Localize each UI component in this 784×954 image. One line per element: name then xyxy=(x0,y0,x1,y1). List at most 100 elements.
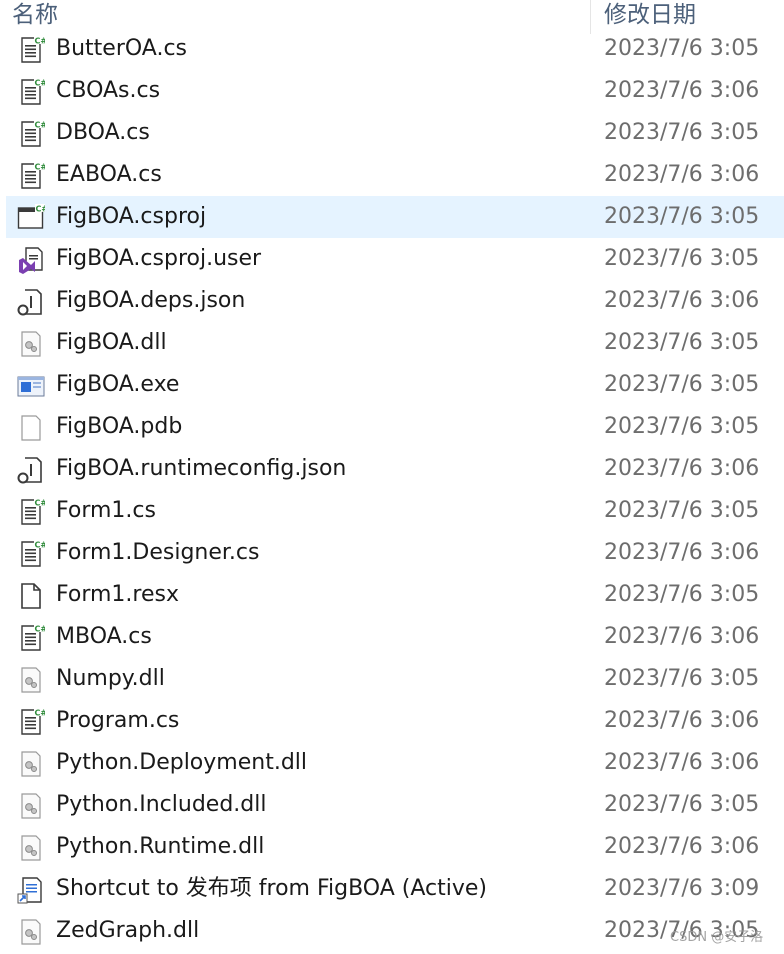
csproj-file-icon: C# xyxy=(17,204,48,232)
file-date-modified: 2023/7/6 3:05 xyxy=(604,246,760,271)
file-row[interactable]: C# EABOA.cs 2023/7/6 3:06 xyxy=(0,154,784,196)
svg-text:C#: C# xyxy=(35,79,46,88)
visual-studio-user-icon xyxy=(17,246,45,274)
csharp-file-icon: C# xyxy=(17,624,47,652)
file-name: Form1.resx xyxy=(56,582,179,607)
file-name: Program.cs xyxy=(56,708,180,733)
file-date-modified: 2023/7/6 3:05 xyxy=(604,582,760,607)
csharp-file-icon: C# xyxy=(17,540,47,568)
file-name: CBOAs.cs xyxy=(56,78,161,103)
svg-text:C#: C# xyxy=(35,121,46,130)
file-name: EABOA.cs xyxy=(56,162,162,187)
file-name: Numpy.dll xyxy=(56,666,165,691)
file-row[interactable]: C# CBOAs.cs 2023/7/6 3:06 xyxy=(0,70,784,112)
json-file-icon xyxy=(17,288,45,316)
file-name: FigBOA.exe xyxy=(56,372,180,397)
file-date-modified: 2023/7/6 3:05 xyxy=(604,330,760,355)
file-date-modified: 2023/7/6 3:05 xyxy=(604,498,760,523)
svg-text:C#: C# xyxy=(35,37,46,46)
file-date-modified: 2023/7/6 3:06 xyxy=(604,162,760,187)
file-row[interactable]: C# ButterOA.cs 2023/7/6 3:05 xyxy=(0,28,784,70)
file-row[interactable]: FigBOA.runtimeconfig.json 2023/7/6 3:06 xyxy=(0,448,784,490)
file-date-modified: 2023/7/6 3:06 xyxy=(604,288,760,313)
svg-text:C#: C# xyxy=(36,205,46,214)
file-name: FigBOA.pdb xyxy=(56,414,183,439)
file-row[interactable]: Shortcut to 发布项 from FigBOA (Active) 2023… xyxy=(0,868,784,910)
dll-file-icon xyxy=(17,666,45,694)
file-name: Shortcut to 发布项 from FigBOA (Active) xyxy=(56,876,487,901)
file-name: Python.Included.dll xyxy=(56,792,267,817)
csharp-file-icon: C# xyxy=(17,162,47,190)
file-name: Form1.Designer.cs xyxy=(56,540,260,565)
dll-file-icon xyxy=(17,792,45,820)
file-row[interactable]: Form1.resx 2023/7/6 3:05 xyxy=(0,574,784,616)
file-date-modified: 2023/7/6 3:05 xyxy=(604,372,760,397)
file-date-modified: 2023/7/6 3:05 xyxy=(604,204,760,229)
file-date-modified: 2023/7/6 3:06 xyxy=(604,540,760,565)
json-file-icon xyxy=(17,456,45,484)
dll-file-icon xyxy=(17,750,45,778)
file-date-modified: 2023/7/6 3:06 xyxy=(604,78,760,103)
dll-file-icon xyxy=(17,834,45,862)
blank-file-icon xyxy=(17,414,45,442)
file-name: Python.Deployment.dll xyxy=(56,750,308,775)
file-name: FigBOA.deps.json xyxy=(56,288,246,313)
csharp-file-icon: C# xyxy=(17,78,47,106)
csharp-file-icon: C# xyxy=(17,498,47,526)
file-date-modified: 2023/7/6 3:06 xyxy=(604,624,760,649)
svg-text:C#: C# xyxy=(35,163,46,172)
exe-file-icon xyxy=(17,372,45,400)
file-row[interactable]: C# FigBOA.csproj 2023/7/6 3:05 xyxy=(0,196,784,238)
file-date-modified: 2023/7/6 3:06 xyxy=(604,456,760,481)
shortcut-file-icon xyxy=(17,876,45,904)
column-header-name[interactable]: 名称 xyxy=(12,0,58,30)
file-row[interactable]: FigBOA.csproj.user 2023/7/6 3:05 xyxy=(0,238,784,280)
file-name: ButterOA.cs xyxy=(56,36,188,61)
file-date-modified: 2023/7/6 3:06 xyxy=(604,750,760,775)
file-row[interactable]: C# MBOA.cs 2023/7/6 3:06 xyxy=(0,616,784,658)
csharp-file-icon: C# xyxy=(17,120,47,148)
file-name: Form1.cs xyxy=(56,498,156,523)
file-name: FigBOA.dll xyxy=(56,330,167,355)
file-name: Python.Runtime.dll xyxy=(56,834,265,859)
file-name: FigBOA.csproj.user xyxy=(56,246,262,271)
file-date-modified: 2023/7/6 3:05 xyxy=(604,666,760,691)
file-row[interactable]: Python.Included.dll 2023/7/6 3:05 xyxy=(0,784,784,826)
file-row[interactable]: Python.Deployment.dll 2023/7/6 3:06 xyxy=(0,742,784,784)
svg-text:C#: C# xyxy=(35,709,46,718)
dll-file-icon xyxy=(17,918,45,946)
csharp-file-icon: C# xyxy=(17,708,47,736)
file-name: DBOA.cs xyxy=(56,120,150,145)
file-name: FigBOA.runtimeconfig.json xyxy=(56,456,347,481)
file-date-modified: 2023/7/6 3:05 xyxy=(604,792,760,817)
file-name: ZedGraph.dll xyxy=(56,918,200,943)
svg-text:C#: C# xyxy=(35,499,46,508)
file-row[interactable]: FigBOA.dll 2023/7/6 3:05 xyxy=(0,322,784,364)
file-row[interactable]: C# DBOA.cs 2023/7/6 3:05 xyxy=(0,112,784,154)
svg-text:C#: C# xyxy=(35,541,46,550)
dll-file-icon xyxy=(17,330,45,358)
file-date-modified: 2023/7/6 3:06 xyxy=(604,708,760,733)
svg-text:C#: C# xyxy=(35,625,46,634)
file-row[interactable]: C# Program.cs 2023/7/6 3:06 xyxy=(0,700,784,742)
file-date-modified: 2023/7/6 3:05 xyxy=(604,414,760,439)
file-row[interactable]: Numpy.dll 2023/7/6 3:05 xyxy=(0,658,784,700)
file-list: C# ButterOA.cs 2023/7/6 3:05 C# CBOAs.cs 2… xyxy=(0,28,784,952)
file-name: FigBOA.csproj xyxy=(56,204,207,229)
file-row[interactable]: C# Form1.Designer.cs 2023/7/6 3:06 xyxy=(0,532,784,574)
file-date-modified: 2023/7/6 3:05 xyxy=(604,36,760,61)
file-name: MBOA.cs xyxy=(56,624,152,649)
watermark: CSDN @安子洛 xyxy=(670,930,764,945)
file-date-modified: 2023/7/6 3:09 xyxy=(604,876,760,901)
file-row[interactable]: FigBOA.pdb 2023/7/6 3:05 xyxy=(0,406,784,448)
csharp-file-icon: C# xyxy=(17,36,47,64)
file-row[interactable]: ZedGraph.dll 2023/7/6 3:05 xyxy=(0,910,784,952)
file-row[interactable]: FigBOA.exe 2023/7/6 3:05 xyxy=(0,364,784,406)
file-date-modified: 2023/7/6 3:05 xyxy=(604,120,760,145)
column-header-date-modified[interactable]: 修改日期 xyxy=(604,0,696,30)
file-date-modified: 2023/7/6 3:06 xyxy=(604,834,760,859)
file-row[interactable]: C# Form1.cs 2023/7/6 3:05 xyxy=(0,490,784,532)
resx-file-icon xyxy=(17,582,45,610)
file-row[interactable]: Python.Runtime.dll 2023/7/6 3:06 xyxy=(0,826,784,868)
file-row[interactable]: FigBOA.deps.json 2023/7/6 3:06 xyxy=(0,280,784,322)
